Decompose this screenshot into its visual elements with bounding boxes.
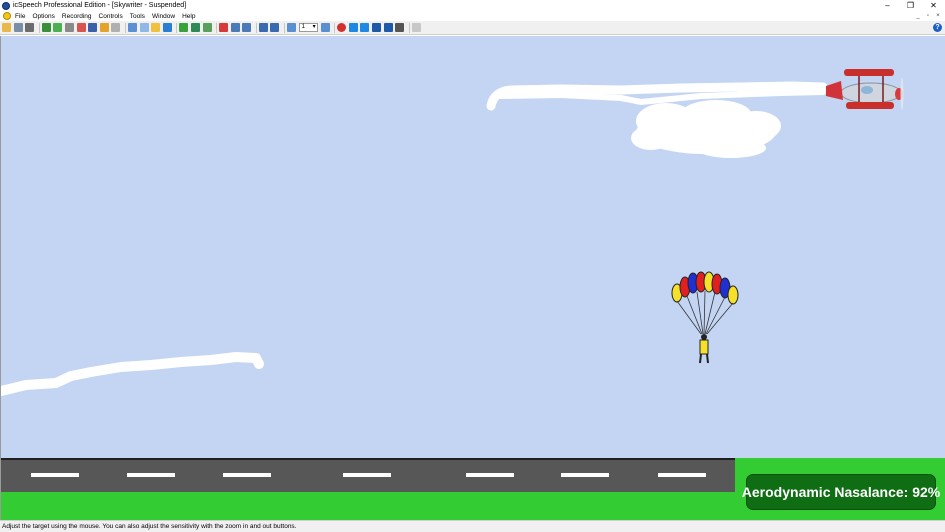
mdi-close-button[interactable]: × <box>933 11 943 21</box>
zoom-out-icon[interactable] <box>320 23 330 32</box>
runway-markings <box>31 473 706 477</box>
toolbar-separator <box>408 22 410 33</box>
game-canvas[interactable]: Aerodynamic Nasalance: 92% <box>0 36 945 520</box>
delete-icon[interactable] <box>219 23 229 32</box>
copy-icon[interactable] <box>139 23 149 32</box>
waveform-icon[interactable] <box>53 23 63 32</box>
menu-file[interactable]: File <box>15 13 25 20</box>
menu-tools[interactable]: Tools <box>130 13 145 20</box>
title-bar: icSpeech Professional Edition - [Skywrit… <box>0 0 945 11</box>
toolbar-separator <box>334 22 336 33</box>
status-text: Adjust the target using the mouse. You c… <box>2 523 297 530</box>
close-button[interactable]: ✕ <box>922 0 945 11</box>
toolbar-separator <box>216 22 218 33</box>
mdi-controls: _ ▫ × <box>913 11 943 21</box>
parachute <box>671 271 739 364</box>
menu-help[interactable]: Help <box>182 13 195 20</box>
toolbar-separator <box>38 22 40 33</box>
game-icon[interactable] <box>99 23 109 32</box>
mdi-restore-button[interactable]: ▫ <box>923 11 933 21</box>
import-icon[interactable] <box>202 23 212 32</box>
minimize-button[interactable]: – <box>876 0 899 11</box>
zoom-select[interactable]: 1 <box>298 23 318 32</box>
restore-button[interactable]: ❐ <box>899 0 922 11</box>
window-title: icSpeech Professional Edition - [Skywrit… <box>13 2 187 9</box>
toolbar-separator <box>176 22 178 33</box>
page-icon[interactable] <box>127 23 137 32</box>
fast-forward-icon[interactable] <box>383 23 393 32</box>
export-icon[interactable] <box>190 23 200 32</box>
split-vertical-icon[interactable] <box>242 23 252 32</box>
add-icon[interactable] <box>179 23 189 32</box>
toolbar-separator <box>124 22 126 33</box>
cloud <box>631 100 781 158</box>
mdi-minimize-button[interactable]: _ <box>913 11 923 21</box>
smoke-trail-upper-thick <box>498 89 826 106</box>
menu-bar: File Options Recording Controls Tools Wi… <box>0 11 945 21</box>
nasalance-badge: Aerodynamic Nasalance: 92% <box>742 474 940 510</box>
open-folder-icon[interactable] <box>2 23 11 32</box>
menu-window[interactable]: Window <box>152 13 175 20</box>
menu-options[interactable]: Options <box>32 13 54 20</box>
rewind-icon[interactable] <box>372 23 382 32</box>
zoom-in-icon[interactable] <box>287 23 297 32</box>
tools-icon[interactable] <box>64 23 74 32</box>
smoke-trail-lower <box>1 352 264 396</box>
toolbar-separator <box>284 22 286 33</box>
window-icon[interactable] <box>411 23 421 32</box>
loop-icon[interactable] <box>395 23 405 32</box>
status-bar: Adjust the target using the mouse. You c… <box>0 520 945 532</box>
record-icon[interactable] <box>337 23 347 32</box>
runway-edge <box>1 458 735 460</box>
split-horizontal-icon[interactable] <box>230 23 240 32</box>
fit-all-icon[interactable] <box>270 23 280 32</box>
biplane <box>826 69 904 110</box>
toolbar: 1 ? <box>0 21 945 35</box>
speech-bubble-icon[interactable] <box>162 23 172 32</box>
cubes-icon[interactable] <box>88 23 98 32</box>
highlight-icon[interactable] <box>151 23 161 32</box>
help-icon[interactable]: ? <box>933 23 942 32</box>
smiley-icon[interactable] <box>3 12 11 20</box>
spectrum-icon[interactable] <box>76 23 86 32</box>
skywriter-scene <box>1 69 945 520</box>
stop-icon[interactable] <box>360 23 370 32</box>
app-icon <box>2 1 10 10</box>
play-icon[interactable] <box>348 23 358 32</box>
window-controls: – ❐ ✕ <box>876 0 945 11</box>
menu-controls[interactable]: Controls <box>99 13 123 20</box>
fit-width-icon[interactable] <box>258 23 268 32</box>
settings-icon[interactable] <box>111 23 121 32</box>
microphone-icon[interactable] <box>41 23 51 32</box>
print-icon[interactable] <box>25 23 35 32</box>
toolbar-separator <box>255 22 257 33</box>
menu-recording[interactable]: Recording <box>62 13 92 20</box>
nasalance-label: Aerodynamic Nasalance: 92% <box>741 484 941 500</box>
save-icon[interactable] <box>13 23 23 32</box>
